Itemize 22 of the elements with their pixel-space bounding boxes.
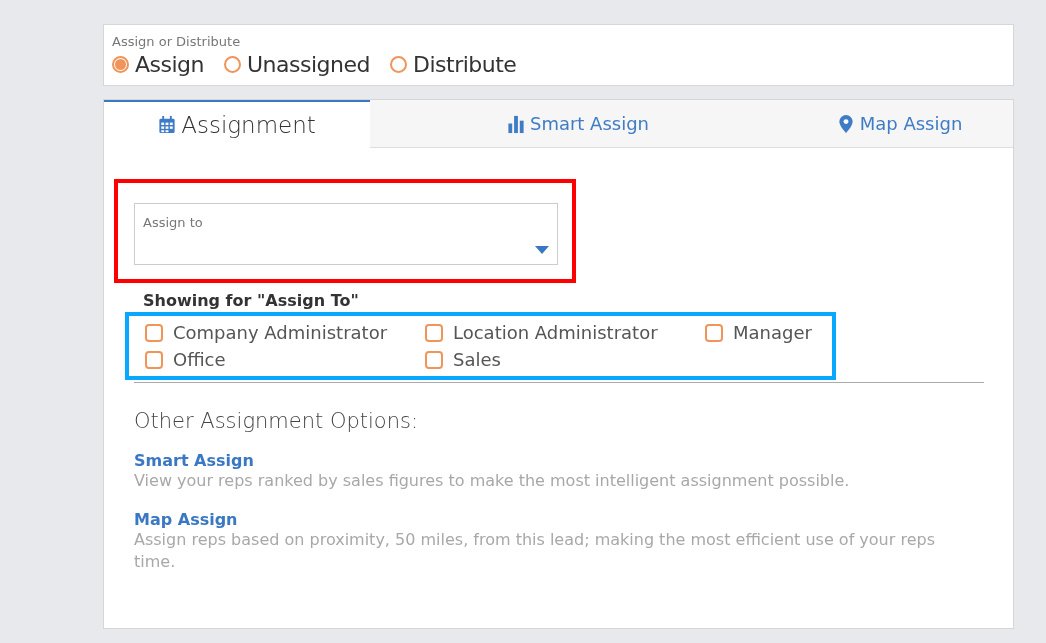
role-checkbox[interactable]: Company Administrator: [145, 322, 425, 343]
option-link[interactable]: Map Assign: [134, 510, 238, 529]
radio-option[interactable]: Unassigned: [224, 52, 370, 77]
role-checkbox[interactable]: Sales: [425, 349, 705, 370]
option-description: Assign reps based on proximity, 50 miles, from this lead; making the most efficient use of your reps time.: [134, 529, 936, 573]
radio-option[interactable]: Assign: [112, 52, 204, 77]
calendar-icon: [158, 115, 177, 135]
caret-icon: [535, 246, 549, 254]
option-description: View your reps ranked by sales figures to make the most intelligent assignment possible.: [134, 470, 851, 492]
assign-to-dropdown[interactable]: Assign to: [134, 203, 558, 265]
option-link[interactable]: Smart Assign: [134, 451, 254, 470]
group-label: Assign or Distribute: [112, 34, 241, 49]
section-heading: Showing for "Assign To": [143, 291, 359, 310]
radio-option[interactable]: Distribute: [390, 52, 517, 77]
role-checkbox[interactable]: Manager: [705, 322, 832, 343]
bar-chart-icon: [506, 113, 525, 134]
tab[interactable]: Smart Assign: [370, 100, 786, 148]
role-checkbox[interactable]: Office: [145, 349, 425, 370]
role-checkbox[interactable]: Location Administrator: [425, 322, 705, 343]
tab[interactable]: Map Assign: [786, 100, 1013, 148]
map-pin-icon: [836, 113, 855, 134]
section-title: Other Assignment Options:: [134, 409, 418, 433]
